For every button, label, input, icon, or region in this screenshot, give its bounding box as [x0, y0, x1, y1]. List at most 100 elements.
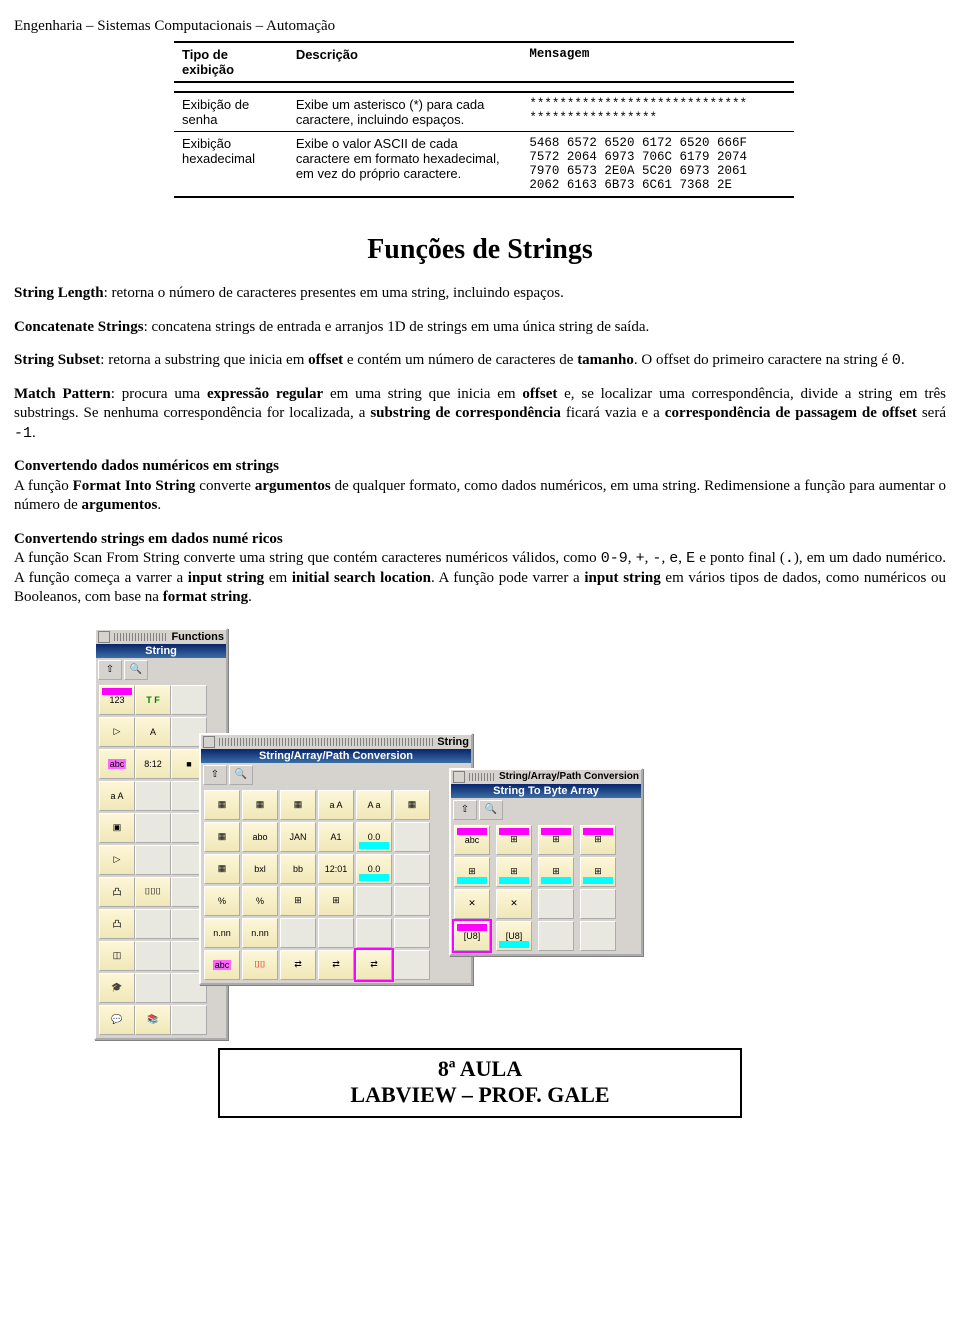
palette-item[interactable]: ⊞: [496, 825, 532, 855]
palette-item[interactable]: [356, 886, 392, 916]
palette-item[interactable]: ▦: [280, 790, 316, 820]
palette-item[interactable]: 8:12: [135, 749, 171, 779]
palette-item[interactable]: [171, 685, 207, 715]
nav-search-icon[interactable]: 🔍: [479, 800, 503, 820]
palette-item[interactable]: ▦: [204, 854, 240, 884]
palette-item[interactable]: 12:01: [318, 854, 354, 884]
section-title: Funções de Strings: [14, 234, 946, 266]
palette-item[interactable]: [394, 886, 430, 916]
string-palette[interactable]: String String/Array/Path Conversion ⇧ 🔍 …: [199, 733, 473, 985]
palette-item[interactable]: ◫: [99, 941, 135, 971]
palette-subtitle: String/Array/Path Conversion: [201, 749, 471, 763]
palette-item[interactable]: %: [242, 886, 278, 916]
palette-item[interactable]: T F: [135, 685, 171, 715]
palette-item[interactable]: [580, 921, 616, 951]
palette-item[interactable]: [171, 1005, 207, 1035]
palette-item[interactable]: bxl: [242, 854, 278, 884]
palette-item[interactable]: ▷: [99, 717, 135, 747]
palette-item[interactable]: ▦: [204, 790, 240, 820]
palette-item[interactable]: JAN: [280, 822, 316, 852]
palette-item[interactable]: bb: [280, 854, 316, 884]
palette-item[interactable]: 凸: [99, 909, 135, 939]
palette-item[interactable]: ⊞: [496, 857, 532, 887]
p-string-subset: String Subset: retorna a substring que i…: [14, 351, 946, 371]
palette-item[interactable]: [394, 854, 430, 884]
palette-item[interactable]: [394, 950, 430, 980]
palette-item[interactable]: [U8]: [454, 921, 490, 951]
palette-item[interactable]: ✕: [454, 889, 490, 919]
palette-item[interactable]: ⌷⌷: [242, 950, 278, 980]
palette-item[interactable]: abc: [99, 749, 135, 779]
palette-item[interactable]: [538, 921, 574, 951]
grip-icon: [114, 633, 167, 641]
p-convert-num-to-str: Convertendo dados numéricos em strings A…: [14, 457, 946, 516]
palette-item[interactable]: ⌷⌷⌷: [135, 877, 171, 907]
palette-item[interactable]: [318, 918, 354, 948]
pin-icon[interactable]: [98, 631, 110, 643]
palette-item[interactable]: [135, 941, 171, 971]
nav-search-icon[interactable]: 🔍: [229, 765, 253, 785]
palette-item[interactable]: %: [204, 886, 240, 916]
palette-item[interactable]: [538, 889, 574, 919]
palette-item[interactable]: ⊞: [318, 886, 354, 916]
palette-item[interactable]: [135, 973, 171, 1003]
palette-item[interactable]: n.nn: [204, 918, 240, 948]
cell-desc: Exibe um asterisco (*) para cada caracte…: [288, 92, 522, 132]
palette-item[interactable]: ⊞: [580, 857, 616, 887]
palette-item[interactable]: 0.0: [356, 822, 392, 852]
palette-item[interactable]: [U8]: [496, 921, 532, 951]
palette-item[interactable]: ⇄: [318, 950, 354, 980]
nav-up-icon[interactable]: ⇧: [453, 800, 477, 820]
palette-item[interactable]: abc: [454, 825, 490, 855]
palette-item[interactable]: [135, 909, 171, 939]
palette-item[interactable]: A a: [356, 790, 392, 820]
palette-item[interactable]: [394, 918, 430, 948]
palette-item[interactable]: abc: [204, 950, 240, 980]
palette-item[interactable]: 凸: [99, 877, 135, 907]
pin-icon[interactable]: [203, 736, 215, 748]
palette-item[interactable]: ▦: [394, 790, 430, 820]
page-header: Engenharia – Sistemas Computacionais – A…: [14, 18, 946, 35]
grip-icon: [469, 773, 495, 781]
palette-item[interactable]: a A: [99, 781, 135, 811]
palette-item[interactable]: ✕: [496, 889, 532, 919]
cell-msg: ***************************** **********…: [521, 92, 794, 132]
p-convert-str-to-num: Convertendo strings em dados numé ricos …: [14, 530, 946, 608]
palette-title: String: [437, 736, 469, 748]
th-desc: Descrição: [288, 42, 522, 82]
pin-icon[interactable]: [453, 771, 465, 783]
sap-conversion-palette[interactable]: String/Array/Path Conversion String To B…: [449, 768, 643, 956]
palette-item[interactable]: 🎓: [99, 973, 135, 1003]
palette-item[interactable]: [394, 822, 430, 852]
palette-item[interactable]: A1: [318, 822, 354, 852]
palette-item[interactable]: ⊞: [454, 857, 490, 887]
labview-palettes: Functions String ⇧ 🔍 123 T F ▷ A abc 8:1…: [94, 628, 946, 1018]
palette-item[interactable]: ⊞: [580, 825, 616, 855]
palette-item[interactable]: n.nn: [242, 918, 278, 948]
palette-item[interactable]: ⇄: [280, 950, 316, 980]
palette-item[interactable]: ▦: [242, 790, 278, 820]
palette-item[interactable]: [135, 845, 171, 875]
palette-item[interactable]: ⇄: [356, 950, 392, 980]
palette-item[interactable]: ▣: [99, 813, 135, 843]
palette-item[interactable]: abo: [242, 822, 278, 852]
palette-item[interactable]: ▦: [204, 822, 240, 852]
palette-item[interactable]: 123: [99, 685, 135, 715]
nav-up-icon[interactable]: ⇧: [98, 660, 122, 680]
palette-item[interactable]: ⊞: [280, 886, 316, 916]
palette-item[interactable]: ⊞: [538, 857, 574, 887]
palette-item[interactable]: a A: [318, 790, 354, 820]
palette-item[interactable]: [135, 781, 171, 811]
palette-item[interactable]: [580, 889, 616, 919]
nav-search-icon[interactable]: 🔍: [124, 660, 148, 680]
palette-item[interactable]: [135, 813, 171, 843]
palette-item[interactable]: ⊞: [538, 825, 574, 855]
nav-up-icon[interactable]: ⇧: [203, 765, 227, 785]
palette-item[interactable]: A: [135, 717, 171, 747]
palette-item[interactable]: [356, 918, 392, 948]
palette-item[interactable]: 💬: [99, 1005, 135, 1035]
palette-item[interactable]: 📚: [135, 1005, 171, 1035]
palette-item[interactable]: ▷: [99, 845, 135, 875]
palette-item[interactable]: 0.0: [356, 854, 392, 884]
palette-item[interactable]: [280, 918, 316, 948]
